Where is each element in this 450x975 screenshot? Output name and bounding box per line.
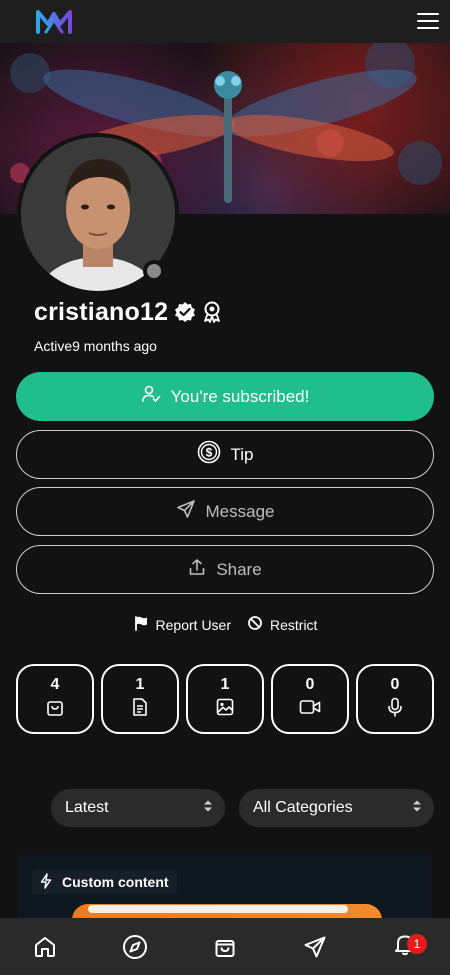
filter-row: Latest All Categories (51, 789, 434, 827)
top-bar (0, 0, 450, 43)
bottom-navigation: 1 (0, 918, 450, 975)
image-icon (215, 697, 235, 722)
content-stats: 4 1 1 0 0 (16, 664, 434, 734)
send-icon (176, 499, 196, 524)
restrict-label: Restrict (270, 616, 318, 633)
microphone-icon (385, 697, 405, 722)
tip-label: Tip (230, 444, 254, 464)
content-type-tag: Custom content (32, 870, 177, 894)
card-thumbnail-detail (88, 905, 348, 913)
lightning-icon (40, 872, 52, 892)
stat-audio[interactable]: 0 (356, 664, 434, 734)
tip-button[interactable]: $ Tip (16, 430, 434, 479)
online-status-indicator (143, 260, 165, 282)
active-label: Active (34, 338, 73, 354)
stat-videos[interactable]: 0 (271, 664, 349, 734)
stat-count: 0 (305, 675, 315, 693)
moderation-row: Report User Restrict (0, 615, 450, 634)
sort-arrows-icon (203, 799, 213, 818)
verified-badge-icon (174, 301, 196, 323)
restrict-link[interactable]: Restrict (247, 615, 317, 634)
stat-documents[interactable]: 1 (101, 664, 179, 734)
hamburger-menu-icon[interactable] (417, 13, 439, 31)
stat-count: 1 (135, 675, 145, 693)
video-icon (299, 697, 321, 722)
notifications-button[interactable]: 1 (385, 927, 427, 967)
share-label: Share (216, 559, 262, 579)
active-time: 9 months ago (72, 338, 157, 354)
sort-value: Latest (65, 799, 109, 816)
notification-count-badge: 1 (407, 933, 427, 954)
category-select[interactable]: All Categories (239, 789, 434, 827)
ban-icon (247, 615, 263, 634)
home-icon[interactable] (25, 927, 65, 967)
document-icon (130, 697, 150, 722)
stat-images[interactable]: 1 (186, 664, 264, 734)
stat-count: 1 (220, 675, 230, 693)
stat-shop[interactable]: 4 (16, 664, 94, 734)
shopping-bag-icon[interactable] (205, 927, 245, 967)
category-value: All Categories (253, 799, 353, 816)
brand-logo-icon[interactable] (34, 6, 74, 36)
flag-icon (133, 615, 149, 634)
dollar-coin-icon: $ (197, 440, 221, 469)
username-row: cristiano12 (34, 297, 224, 327)
send-icon[interactable] (295, 927, 335, 967)
award-ribbon-icon (202, 301, 224, 323)
stat-count: 4 (50, 675, 60, 693)
message-label: Message (205, 501, 275, 521)
content-tag-label: Custom content (62, 874, 169, 890)
content-card[interactable]: Custom content (18, 854, 432, 924)
report-user-link[interactable]: Report User (133, 615, 231, 634)
username: cristiano12 (34, 297, 169, 326)
stat-count: 0 (390, 675, 400, 693)
share-upload-icon (188, 558, 206, 581)
subscribed-label: You're subscribed! (170, 386, 310, 406)
sort-select[interactable]: Latest (51, 789, 225, 827)
sort-arrows-icon (412, 799, 422, 818)
user-check-icon (141, 384, 161, 409)
compass-icon[interactable] (115, 927, 155, 967)
message-button[interactable]: Message (16, 487, 434, 536)
shopping-bag-icon (45, 697, 65, 722)
share-button[interactable]: Share (16, 545, 434, 594)
last-active-text: Active9 months ago (34, 338, 157, 354)
svg-text:$: $ (205, 446, 212, 460)
report-label: Report User (155, 616, 231, 633)
subscribed-button[interactable]: You're subscribed! (16, 372, 434, 421)
